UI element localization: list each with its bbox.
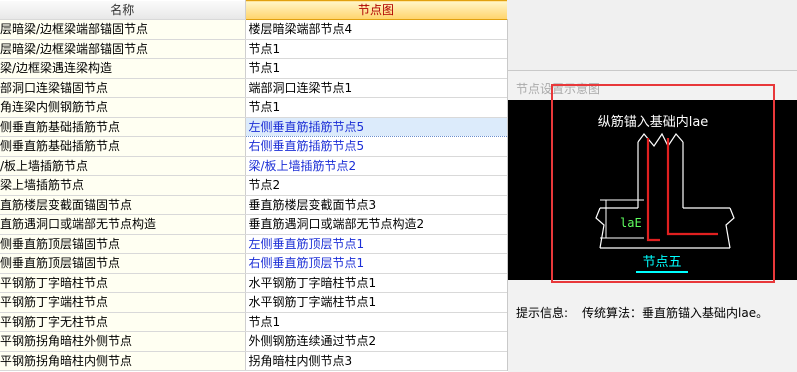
hint-text: 传统算法：垂直筋锚入基础内lae。	[582, 306, 769, 320]
table-row[interactable]: /板上墙插筋节点 梁/板上墙插筋节点2	[0, 156, 508, 176]
column-header-node[interactable]: 节点图	[244, 0, 508, 20]
row-node-cell[interactable]: 节点1	[245, 312, 508, 332]
table-row[interactable]: 侧垂直筋基础插筋节点 右侧垂直筋插筋节点5	[0, 136, 508, 157]
row-node-cell[interactable]: 节点2	[245, 175, 508, 196]
table-row[interactable]: 平钢筋丁字端柱节点 水平钢筋丁字端柱节点1	[0, 292, 508, 313]
table-row[interactable]: 侧垂直筋顶层锚固节点 左侧垂直筋顶层节点1	[0, 234, 508, 254]
row-name-cell[interactable]: 层暗梁/边框梁端部锚固节点	[0, 19, 246, 40]
row-name-cell[interactable]: 平钢筋丁字端柱节点	[0, 292, 246, 313]
row-name-cell[interactable]: 侧垂直筋基础插筋节点	[0, 136, 246, 157]
row-node-cell[interactable]: 垂直筋遇洞口或端部无节点构造2	[245, 214, 508, 235]
row-name-cell[interactable]: 侧垂直筋顶层锚固节点	[0, 253, 246, 274]
row-node-cell[interactable]: 节点1	[245, 97, 508, 118]
row-name-cell[interactable]: 平钢筋丁字无柱节点	[0, 312, 246, 332]
table-row[interactable]: 侧垂直筋顶层锚固节点 右侧垂直筋顶层节点1	[0, 253, 508, 274]
header-filler	[507, 0, 797, 20]
row-node-cell[interactable]: 外侧钢筋连续通过节点2	[245, 331, 508, 352]
row-node-cell[interactable]: 节点1	[245, 39, 508, 59]
row-name-cell[interactable]: 平钢筋丁字暗柱节点	[0, 273, 246, 293]
row-name-cell[interactable]: /板上墙插筋节点	[0, 156, 246, 176]
row-node-cell[interactable]: 左侧垂直筋顶层节点1	[245, 234, 508, 254]
row-name-cell[interactable]: 梁上墙插筋节点	[0, 175, 246, 196]
row-node-cell[interactable]: 梁/板上墙插筋节点2	[245, 156, 508, 176]
table-row[interactable]: 角连梁内侧钢筋节点 节点1	[0, 97, 508, 118]
highlight-box	[551, 84, 775, 283]
row-node-cell[interactable]: 水平钢筋丁字端柱节点1	[245, 292, 508, 313]
table-row[interactable]: 部洞口连梁锚固节点 端部洞口连梁节点1	[0, 78, 508, 98]
column-header-name[interactable]: 名称	[0, 0, 246, 20]
row-node-cell[interactable]: 垂直筋楼层变截面节点3	[245, 195, 508, 215]
row-name-cell[interactable]: 侧垂直筋基础插筋节点	[0, 117, 246, 137]
row-name-cell[interactable]: 梁/边框梁遇连梁构造	[0, 58, 246, 79]
row-node-cell[interactable]: 拐角暗柱内侧节点3	[245, 351, 508, 371]
table-row[interactable]: 侧垂直筋基础插筋节点 左侧垂直筋插筋节点5	[0, 116, 508, 137]
table-row[interactable]: 层暗梁/边框梁端部锚固节点 楼层暗梁端部节点4	[0, 19, 508, 40]
table-row[interactable]: 平钢筋丁字暗柱节点 水平钢筋丁字暗柱节点1	[0, 273, 508, 293]
row-node-cell[interactable]: 左侧垂直筋插筋节点5	[244, 116, 508, 137]
row-name-cell[interactable]: 侧垂直筋顶层锚固节点	[0, 234, 246, 254]
row-node-cell[interactable]: 楼层暗梁端部节点4	[245, 19, 508, 40]
row-name-cell[interactable]: 直筋楼层变截面锚固节点	[0, 195, 246, 215]
table-row[interactable]: 平钢筋拐角暗柱外侧节点 外侧钢筋连续通过节点2	[0, 331, 508, 352]
row-node-cell[interactable]: 水平钢筋丁字暗柱节点1	[245, 273, 508, 293]
table-header-row: 名称 节点图	[0, 0, 508, 20]
row-name-cell[interactable]: 直筋遇洞口或端部无节点构造	[0, 214, 246, 235]
table-row[interactable]: 平钢筋拐角暗柱内侧节点 拐角暗柱内侧节点3	[0, 351, 508, 371]
table-row[interactable]: 梁上墙插筋节点 节点2	[0, 175, 508, 196]
row-name-cell[interactable]: 部洞口连梁锚固节点	[0, 78, 246, 98]
table-row[interactable]: 平钢筋丁字无柱节点 节点1	[0, 312, 508, 332]
hint-label: 提示信息:	[516, 306, 569, 320]
row-node-cell[interactable]: 节点1	[245, 58, 508, 79]
row-node-cell[interactable]: 右侧垂直筋顶层节点1	[245, 253, 508, 274]
node-settings-table: 名称 节点图 层暗梁/边框梁端部锚固节点 楼层暗梁端部节点4 层暗梁/边框梁端部锚固…	[0, 0, 508, 371]
row-name-cell[interactable]: 层暗梁/边框梁端部锚固节点	[0, 39, 246, 59]
hint-message: 提示信息: 传统算法：垂直筋锚入基础内lae。	[516, 304, 768, 321]
row-node-cell[interactable]: 右侧垂直筋插筋节点5	[245, 136, 508, 157]
row-name-cell[interactable]: 平钢筋拐角暗柱内侧节点	[0, 351, 246, 371]
table-row[interactable]: 梁/边框梁遇连梁构造 节点1	[0, 58, 508, 79]
row-node-cell[interactable]: 端部洞口连梁节点1	[245, 78, 508, 98]
row-name-cell[interactable]: 平钢筋拐角暗柱外侧节点	[0, 331, 246, 352]
row-name-cell[interactable]: 角连梁内侧钢筋节点	[0, 97, 246, 118]
table-row[interactable]: 层暗梁/边框梁端部锚固节点 节点1	[0, 39, 508, 59]
table-row[interactable]: 直筋楼层变截面锚固节点 垂直筋楼层变截面节点3	[0, 195, 508, 215]
table-row[interactable]: 直筋遇洞口或端部无节点构造 垂直筋遇洞口或端部无节点构造2	[0, 214, 508, 235]
